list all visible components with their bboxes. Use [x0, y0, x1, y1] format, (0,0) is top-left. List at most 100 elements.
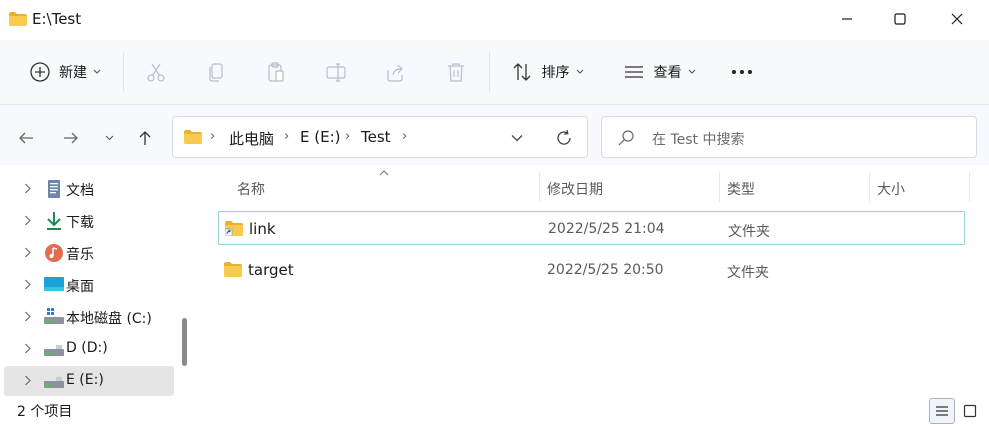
drive-icon	[44, 345, 64, 356]
sort-icon	[513, 63, 530, 81]
breadcrumb-this-pc[interactable]: 此电脑	[229, 128, 274, 149]
documents-icon	[48, 180, 60, 198]
column-header-type[interactable]: 类型	[727, 179, 755, 199]
view-button[interactable]: 查看	[618, 52, 700, 92]
music-icon	[45, 244, 63, 262]
share-button[interactable]	[380, 52, 412, 92]
minimize-button[interactable]	[824, 0, 870, 38]
delete-button[interactable]	[440, 52, 472, 92]
close-button[interactable]	[934, 0, 980, 38]
breadcrumb-separator: ›	[284, 129, 290, 144]
sidebar-item-label: E (E:)	[66, 372, 104, 388]
rename-button[interactable]	[320, 52, 352, 92]
preview-view-button[interactable]	[961, 398, 979, 424]
sidebar-item-label: 音乐	[66, 247, 94, 263]
new-button[interactable]: 新建	[22, 52, 108, 92]
refresh-button[interactable]	[552, 126, 576, 150]
address-history-button[interactable]	[505, 126, 529, 150]
folder-icon	[9, 12, 27, 26]
paste-button[interactable]	[260, 52, 292, 92]
arrow-right-icon	[64, 132, 78, 144]
sidebar-item-downloads[interactable]: 下载	[4, 206, 174, 236]
arrow-left-icon	[19, 132, 33, 144]
up-button[interactable]	[131, 122, 159, 154]
sidebar-item-label: 文档	[66, 183, 94, 199]
sidebar-item-label: 下载	[66, 215, 94, 231]
breadcrumb-separator: ›	[345, 129, 351, 144]
chevron-down-icon	[93, 69, 101, 74]
sidebar-item-music[interactable]: 音乐	[4, 238, 174, 268]
back-button[interactable]	[12, 122, 40, 154]
chevron-right-icon	[25, 375, 31, 386]
chevron-down-icon	[688, 69, 695, 74]
column-divider[interactable]	[869, 172, 870, 202]
window-title: E:\Test	[32, 10, 82, 28]
sort-button[interactable]: 排序	[506, 52, 588, 92]
column-header-name[interactable]: 名称	[237, 179, 265, 199]
column-divider[interactable]	[719, 172, 720, 202]
folder-shortcut-icon	[225, 221, 243, 236]
item-count: 2 个项目	[17, 404, 73, 420]
details-view-button[interactable]	[929, 398, 955, 424]
search-icon	[618, 130, 634, 146]
chevron-right-icon	[25, 311, 31, 322]
chevron-right-icon	[25, 279, 31, 290]
more-button[interactable]	[724, 52, 760, 92]
view-icon	[624, 66, 643, 78]
file-row[interactable]: link 2022/5/25 21:04 文件夹	[218, 211, 965, 245]
chevron-down-icon	[576, 69, 583, 74]
file-row[interactable]: target 2022/5/25 20:50 文件夹	[218, 253, 965, 287]
breadcrumb-test[interactable]: Test	[361, 128, 391, 146]
copy-button[interactable]	[200, 52, 232, 92]
file-type: 文件夹	[727, 265, 769, 281]
sidebar-item-drive-d[interactable]: D (D:)	[4, 334, 174, 364]
divider	[123, 52, 124, 92]
close-icon	[951, 13, 963, 25]
paste-icon	[268, 62, 284, 82]
cut-button[interactable]	[140, 52, 172, 92]
sidebar-item-label: D (D:)	[66, 340, 108, 356]
column-divider[interactable]	[539, 172, 540, 202]
divider	[489, 52, 490, 92]
sidebar-item-label: 本地磁盘 (C:)	[66, 311, 152, 327]
file-name: link	[249, 220, 276, 238]
sidebar-item-drive-c[interactable]: 本地磁盘 (C:)	[4, 302, 174, 332]
chevron-down-icon	[511, 135, 523, 142]
drive-icon	[44, 377, 64, 388]
sidebar-item-desktop[interactable]: 桌面	[4, 270, 174, 300]
refresh-icon	[557, 129, 571, 145]
folder-icon	[184, 130, 202, 144]
file-modified: 2022/5/25 20:50	[547, 262, 664, 278]
sort-ascending-icon	[379, 170, 389, 176]
drive-icon	[44, 308, 64, 324]
delete-icon	[448, 63, 464, 82]
status-bar	[0, 396, 989, 425]
recent-locations-button[interactable]	[96, 122, 122, 154]
scrollbar-thumb[interactable]	[182, 318, 187, 366]
more-icon	[732, 70, 752, 74]
chevron-down-icon	[105, 135, 113, 141]
plus-icon	[30, 62, 50, 82]
downloads-icon	[47, 212, 61, 230]
breadcrumb-separator: ›	[402, 129, 408, 144]
breadcrumb-drive-e[interactable]: E (E:)	[300, 128, 340, 146]
column-header-size[interactable]: 大小	[877, 179, 905, 199]
column-divider[interactable]	[969, 172, 970, 202]
file-name: target	[248, 261, 294, 279]
sidebar-item-documents[interactable]: 文档	[4, 174, 174, 204]
file-type: 文件夹	[728, 224, 770, 240]
column-header-modified[interactable]: 修改日期	[547, 179, 603, 199]
search-placeholder: 在 Test 中搜索	[652, 132, 745, 148]
maximize-icon	[894, 13, 906, 25]
maximize-button[interactable]	[877, 0, 923, 38]
chevron-right-icon	[25, 247, 31, 258]
forward-button[interactable]	[57, 122, 85, 154]
sidebar-item-label: 桌面	[66, 279, 94, 295]
chevron-right-icon	[25, 183, 31, 194]
desktop-icon	[44, 277, 64, 291]
file-modified: 2022/5/25 21:04	[548, 221, 665, 237]
share-icon	[387, 64, 403, 82]
view-label: 查看	[653, 65, 682, 81]
sidebar-item-drive-e[interactable]: E (E:)	[4, 366, 174, 396]
copy-icon	[209, 63, 223, 82]
